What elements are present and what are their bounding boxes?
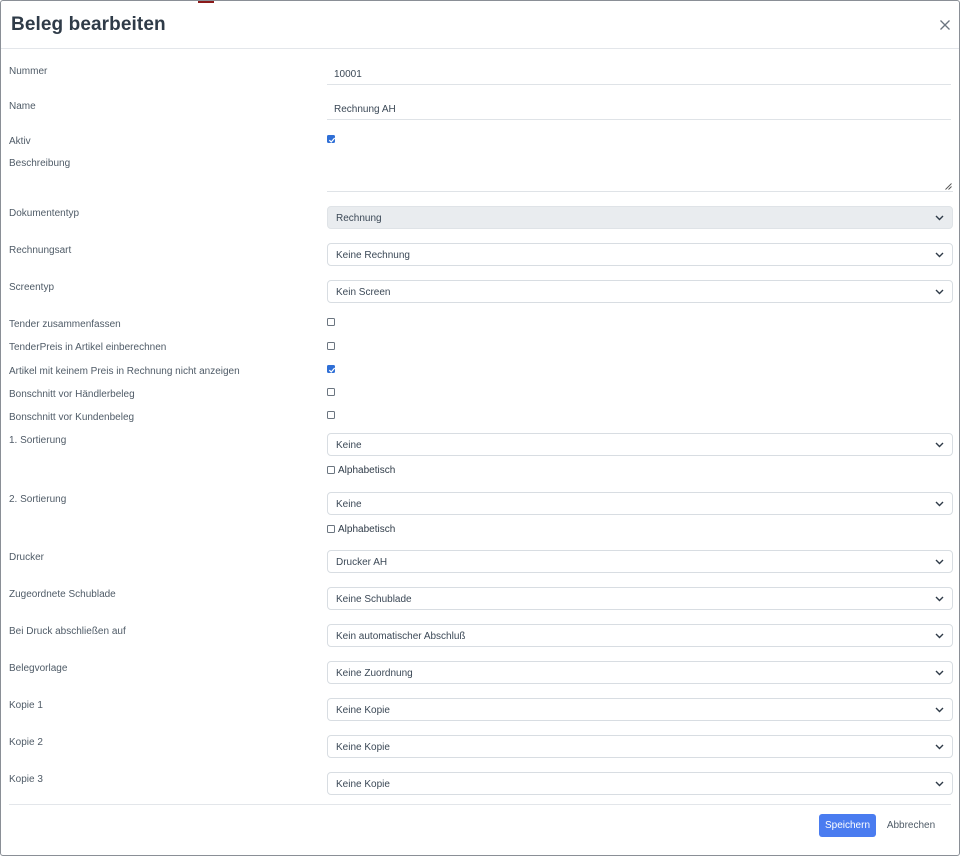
- kopie2-label: Kopie 2: [9, 737, 43, 748]
- sortierung1-select[interactable]: Keine: [327, 433, 953, 456]
- abschluss-select[interactable]: Kein automatischer Abschluß: [327, 624, 953, 647]
- bonschnitt-kunde-checkbox[interactable]: [327, 411, 335, 419]
- screentyp-value: Kein Screen: [336, 287, 391, 298]
- aktiv-checkbox[interactable]: [327, 135, 336, 143]
- chevron-down-icon: [935, 442, 944, 448]
- dokumententyp-label: Dokumententyp: [9, 208, 80, 219]
- dialog-title: Beleg bearbeiten: [11, 14, 166, 35]
- nummer-label: Nummer: [9, 66, 48, 77]
- kopie2-value: Keine Kopie: [336, 742, 390, 753]
- tenderpreis-checkbox[interactable]: [327, 342, 335, 350]
- aktiv-label: Aktiv: [9, 136, 31, 147]
- sortierung2-label: 2. Sortierung: [9, 494, 67, 505]
- kopie1-select[interactable]: Keine Kopie: [327, 698, 953, 721]
- schublade-label: Zugeordnete Schublade: [9, 589, 116, 600]
- tender-zusammenfassen-label: Tender zusammenfassen: [9, 319, 121, 330]
- chevron-down-icon: [935, 781, 944, 787]
- artikel-kein-preis-checkbox[interactable]: [327, 365, 336, 373]
- chevron-down-icon: [935, 289, 944, 295]
- dokumententyp-value: Rechnung: [336, 213, 382, 224]
- sortierung1-label: 1. Sortierung: [9, 435, 67, 446]
- rechnungsart-label: Rechnungsart: [9, 245, 72, 256]
- cancel-button[interactable]: Abbrechen: [883, 814, 939, 837]
- drucker-select[interactable]: Drucker AH: [327, 550, 953, 573]
- resize-grip-icon[interactable]: [944, 182, 952, 190]
- bonschnitt-haendler-label: Bonschnitt vor Händlerbeleg: [9, 389, 135, 400]
- bonschnitt-haendler-checkbox[interactable]: [327, 388, 335, 396]
- belegvorlage-select[interactable]: Keine Zuordnung: [327, 661, 953, 684]
- chevron-down-icon: [935, 744, 944, 750]
- schublade-value: Keine Schublade: [336, 594, 412, 605]
- belegvorlage-value: Keine Zuordnung: [336, 668, 413, 679]
- beschreibung-textarea[interactable]: [327, 160, 953, 192]
- rechnungsart-select[interactable]: Keine Rechnung: [327, 243, 953, 266]
- belegvorlage-label: Belegvorlage: [9, 663, 68, 674]
- kopie3-label: Kopie 3: [9, 774, 43, 785]
- footer-divider: [9, 804, 951, 805]
- sortierung1-alphabetisch-label: Alphabetisch: [338, 465, 396, 476]
- schublade-select[interactable]: Keine Schublade: [327, 587, 953, 610]
- rechnungsart-value: Keine Rechnung: [336, 250, 410, 261]
- kopie1-value: Keine Kopie: [336, 705, 390, 716]
- abschluss-value: Kein automatischer Abschluß: [336, 631, 466, 642]
- sortierung2-value: Keine: [336, 499, 362, 510]
- chevron-down-icon: [935, 252, 944, 258]
- abschluss-label: Bei Druck abschließen auf: [9, 626, 126, 637]
- screentyp-select[interactable]: Kein Screen: [327, 280, 953, 303]
- chevron-down-icon: [935, 670, 944, 676]
- artikel-kein-preis-label: Artikel mit keinem Preis in Rechnung nic…: [9, 366, 240, 377]
- kopie3-select[interactable]: Keine Kopie: [327, 772, 953, 795]
- chevron-down-icon: [935, 633, 944, 639]
- sortierung2-select[interactable]: Keine: [327, 492, 953, 515]
- sortierung1-value: Keine: [336, 440, 362, 451]
- save-button[interactable]: Speichern: [819, 814, 876, 837]
- chevron-down-icon: [935, 215, 944, 221]
- sortierung2-alphabetisch-label: Alphabetisch: [338, 524, 396, 535]
- tender-zusammenfassen-checkbox[interactable]: [327, 318, 335, 326]
- bonschnitt-kunde-label: Bonschnitt vor Kundenbeleg: [9, 412, 135, 423]
- sortierung1-alphabetisch-checkbox[interactable]: [327, 466, 335, 474]
- dialog-header: Beleg bearbeiten: [1, 1, 959, 49]
- tenderpreis-label: TenderPreis in Artikel einberechnen: [9, 342, 167, 353]
- kopie1-label: Kopie 1: [9, 700, 43, 711]
- sortierung2-alphabetisch-checkbox[interactable]: [327, 525, 335, 533]
- screentyp-label: Screentyp: [9, 282, 55, 293]
- chevron-down-icon: [935, 559, 944, 565]
- close-icon[interactable]: [937, 17, 953, 33]
- chevron-down-icon: [935, 596, 944, 602]
- nummer-input[interactable]: 10001: [327, 61, 951, 85]
- chevron-down-icon: [935, 501, 944, 507]
- name-label: Name: [9, 101, 36, 112]
- dokumententyp-select: Rechnung: [327, 206, 953, 229]
- chevron-down-icon: [935, 707, 944, 713]
- drucker-value: Drucker AH: [336, 557, 388, 568]
- beschreibung-label: Beschreibung: [9, 158, 71, 169]
- kopie3-value: Keine Kopie: [336, 779, 390, 790]
- name-input[interactable]: Rechnung AH: [327, 96, 951, 120]
- drucker-label: Drucker: [9, 552, 45, 563]
- kopie2-select[interactable]: Keine Kopie: [327, 735, 953, 758]
- edit-document-dialog: Beleg bearbeiten Nummer 10001 Name Rechn…: [0, 0, 960, 856]
